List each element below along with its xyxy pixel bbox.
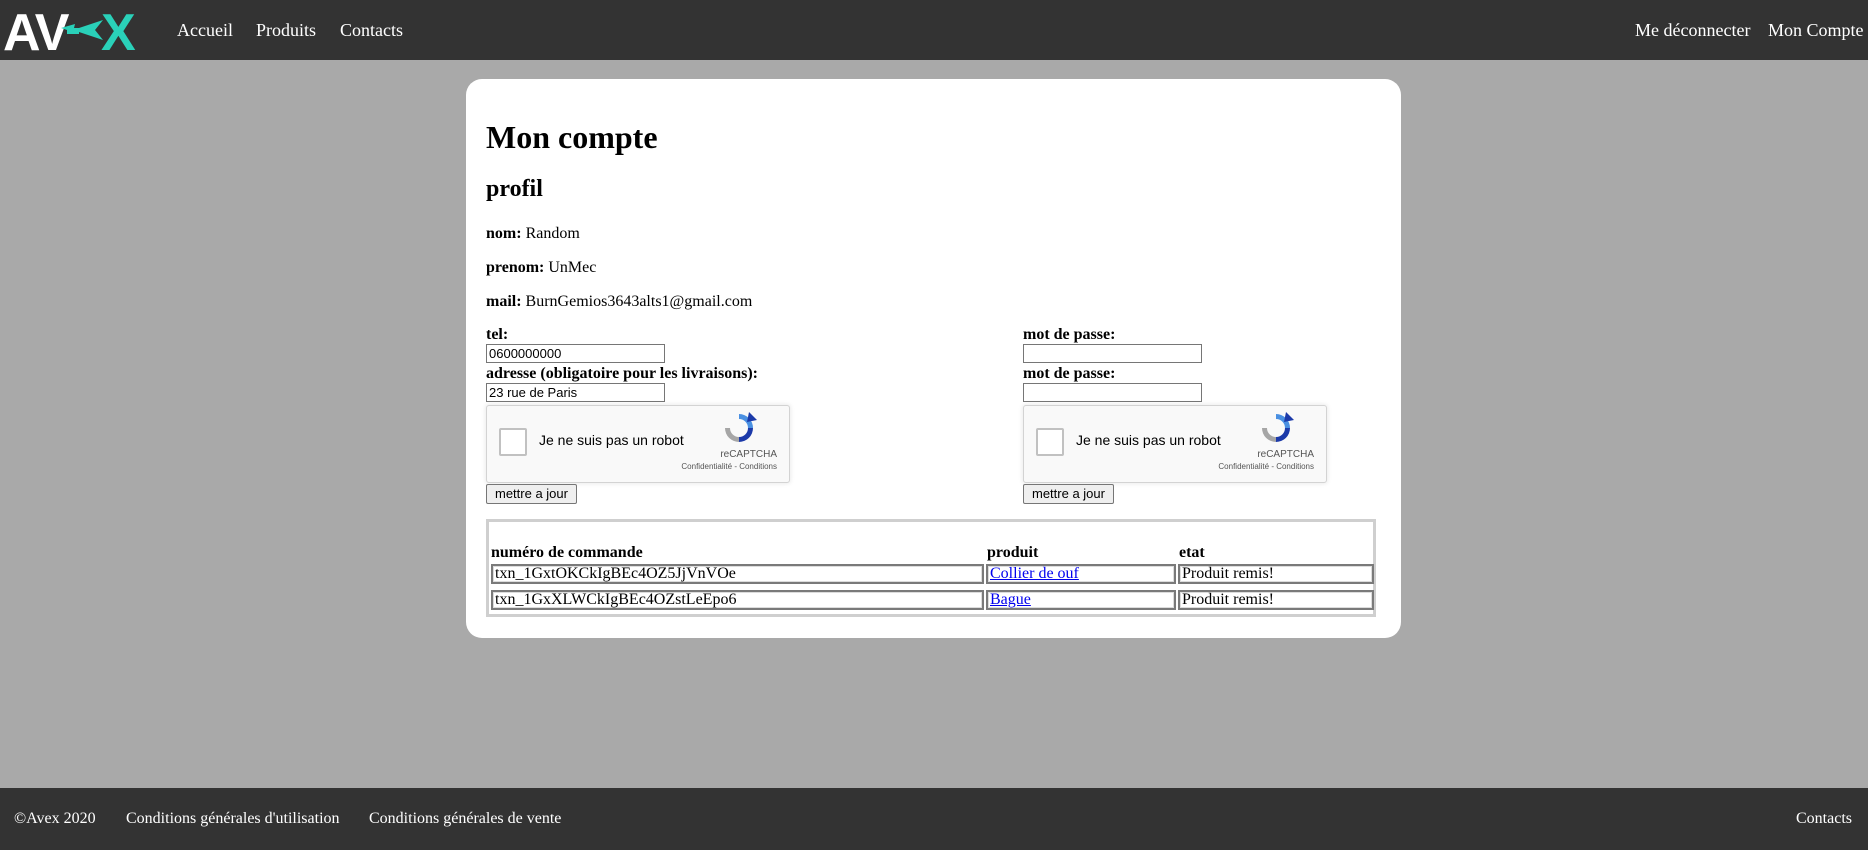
password-confirm-input[interactable]	[1023, 383, 1202, 402]
svg-text:AV: AV	[3, 4, 70, 56]
password-input[interactable]	[1023, 344, 1202, 363]
nav-produits-link[interactable]: Produits	[256, 20, 316, 40]
product-link[interactable]: Bague	[990, 592, 1031, 608]
footer: ©Avex 2020 Conditions générales d'utilis…	[0, 788, 1868, 850]
profile-section-title: profil	[486, 176, 543, 202]
column-header-status: etat	[1179, 544, 1205, 561]
nom-value: Random	[525, 225, 580, 242]
footer-copyright: ©Avex 2020	[14, 810, 96, 827]
prenom-label: prenom:	[486, 259, 545, 276]
column-header-order-number: numéro de commande	[491, 544, 643, 561]
avex-logo[interactable]: AV X	[3, 4, 159, 56]
recaptcha-checkbox[interactable]	[499, 428, 527, 456]
password-label: mot de passe:	[1023, 326, 1116, 343]
my-account-link[interactable]: Mon Compte	[1768, 20, 1864, 40]
svg-text:X: X	[101, 4, 136, 56]
update-password-button[interactable]: mettre a jour	[1023, 484, 1114, 504]
nom-label: nom:	[486, 225, 522, 242]
product-link[interactable]: Collier de ouf	[990, 566, 1079, 582]
recaptcha-privacy-terms-links[interactable]: Confidentialité - Conditions	[681, 462, 777, 471]
orders-table: numéro de commande produit etat txn_1Gxt…	[486, 519, 1376, 617]
tel-input[interactable]: 0600000000	[486, 344, 665, 363]
profile-nom-row: nom: Random	[486, 224, 580, 244]
footer-cgv-link[interactable]: Conditions générales de vente	[369, 809, 561, 829]
password-confirm-label: mot de passe:	[1023, 365, 1116, 382]
recaptcha-brand: reCAPTCHA	[720, 449, 777, 460]
page-title: Mon compte	[486, 119, 658, 155]
recaptcha-icon	[725, 412, 757, 442]
logout-link[interactable]: Me déconnecter	[1635, 20, 1750, 40]
footer-contacts-link[interactable]: Contacts	[1796, 809, 1852, 829]
recaptcha-widget-right: Je ne suis pas un robot reCAPTCHA Confid…	[1023, 405, 1327, 483]
recaptcha-text: Je ne suis pas un robot	[1076, 432, 1221, 448]
recaptcha-widget-left: Je ne suis pas un robot reCAPTCHA Confid…	[486, 405, 790, 483]
product-cell: Bague	[986, 590, 1176, 610]
update-contact-button[interactable]: mettre a jour	[486, 484, 577, 504]
order-number-cell: txn_1GxXLWCkIgBEc4OZstLeEpo6	[491, 590, 984, 610]
nav-accueil-link[interactable]: Accueil	[177, 20, 233, 40]
account-card: Mon compte profil nom: Random prenom: Un…	[466, 79, 1401, 638]
recaptcha-icon	[1262, 412, 1294, 442]
recaptcha-text: Je ne suis pas un robot	[539, 432, 684, 448]
prenom-value: UnMec	[548, 259, 597, 276]
order-number-cell: txn_1GxtOKCkIgBEc4OZ5JjVnVOe	[491, 564, 984, 584]
status-cell: Produit remis!	[1178, 564, 1374, 584]
status-cell: Produit remis!	[1178, 590, 1374, 610]
address-input[interactable]: 23 rue de Paris	[486, 383, 665, 402]
product-cell: Collier de ouf	[986, 564, 1176, 584]
tel-label: tel:	[486, 326, 509, 343]
recaptcha-checkbox[interactable]	[1036, 428, 1064, 456]
column-header-product: produit	[987, 544, 1039, 561]
footer-cgu-link[interactable]: Conditions générales d'utilisation	[126, 809, 340, 829]
nav-contacts-link[interactable]: Contacts	[340, 20, 403, 40]
recaptcha-privacy-terms-links[interactable]: Confidentialité - Conditions	[1218, 462, 1314, 471]
top-navbar: AV X Accueil Produits Contacts Me déconn…	[0, 0, 1868, 60]
profile-prenom-row: prenom: UnMec	[486, 258, 596, 278]
recaptcha-brand: reCAPTCHA	[1257, 449, 1314, 460]
mail-label: mail:	[486, 293, 522, 310]
address-label: adresse (obligatoire pour les livraisons…	[486, 365, 758, 382]
profile-mail-row: mail: BurnGemios3643alts1@gmail.com	[486, 292, 752, 312]
mail-value: BurnGemios3643alts1@gmail.com	[525, 293, 753, 310]
